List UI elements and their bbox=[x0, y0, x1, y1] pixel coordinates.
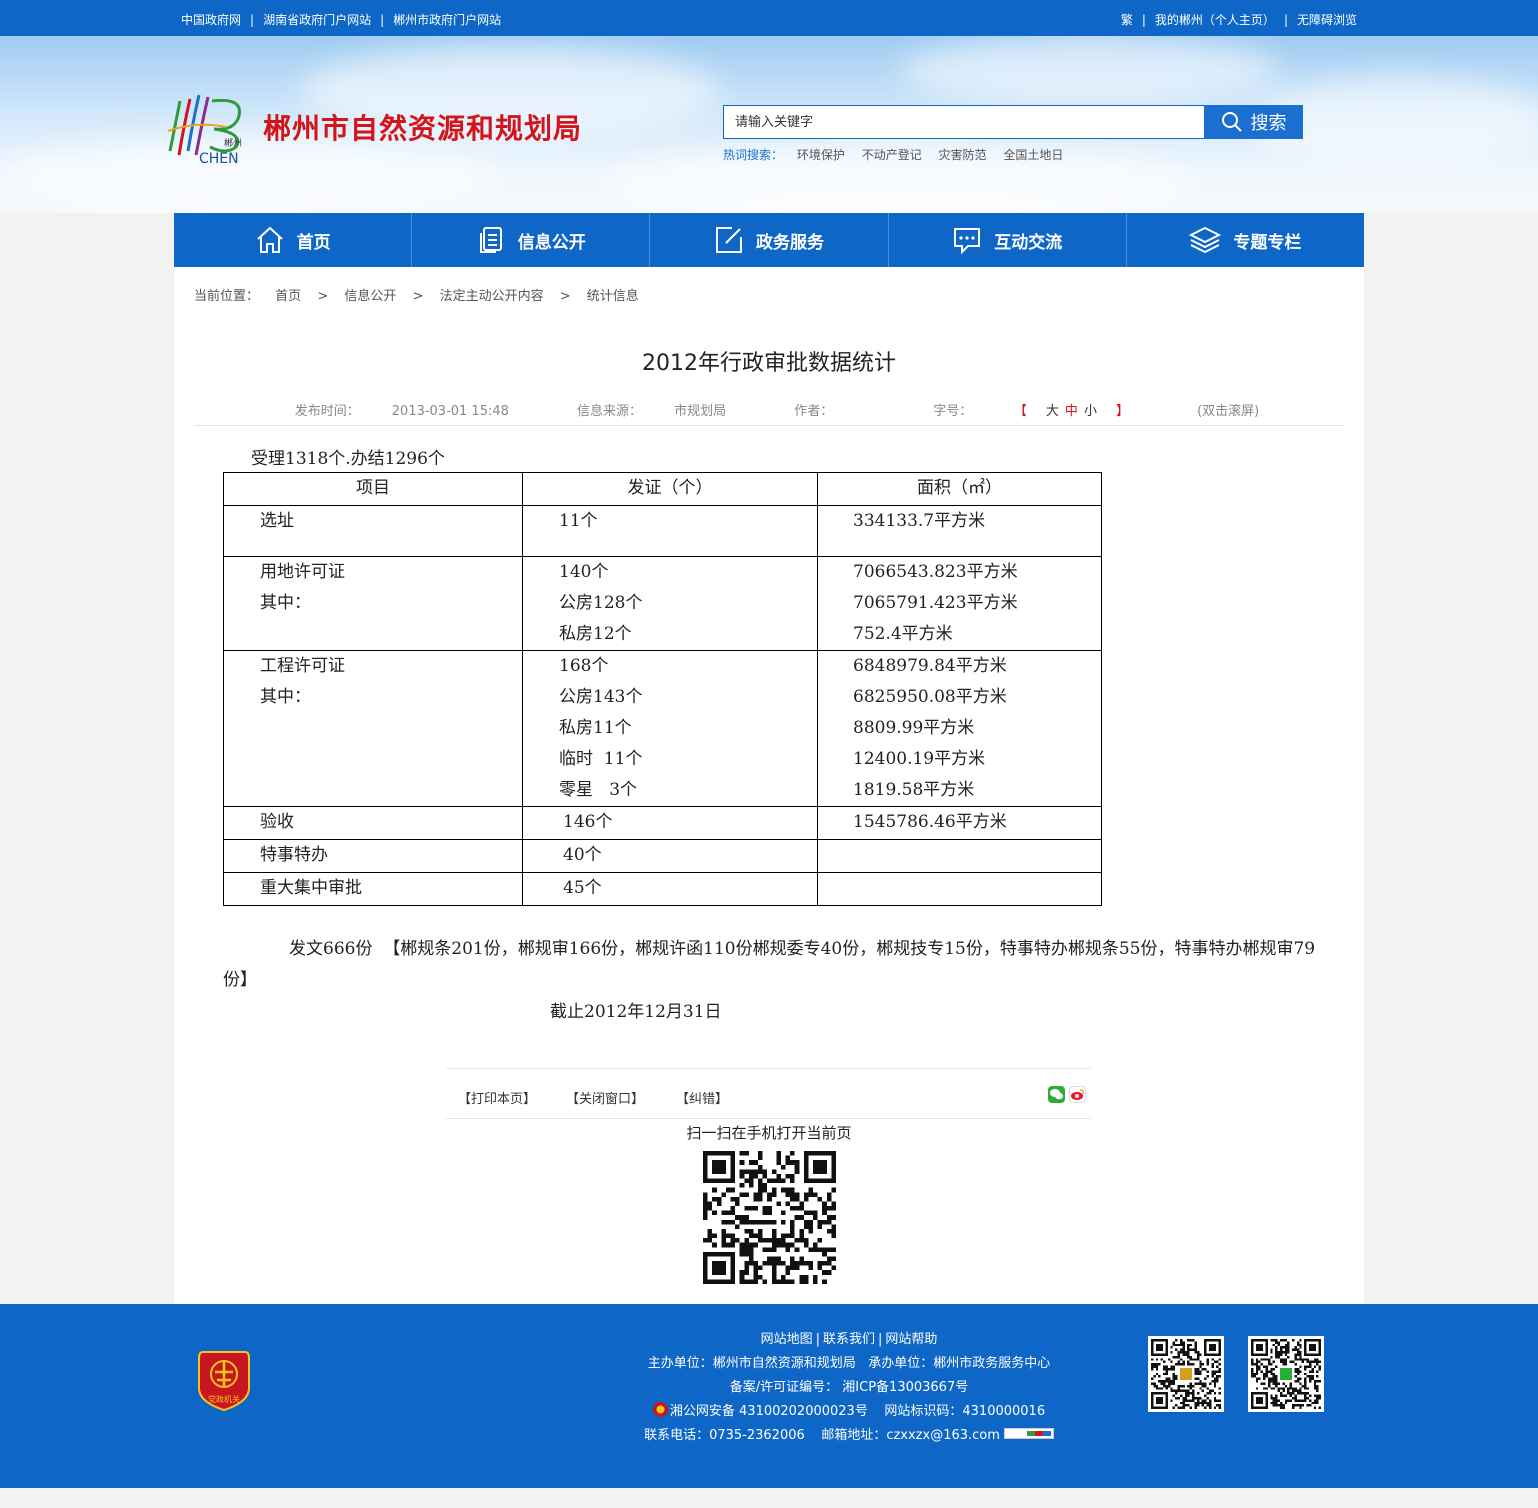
nav-label: 专题专栏 bbox=[1233, 232, 1302, 253]
font-size-switcher: 字号：【大中小】 bbox=[933, 404, 1129, 419]
divider bbox=[194, 425, 1344, 426]
link-hunan-gov[interactable]: 湖南省政府门户网站 bbox=[263, 13, 371, 27]
table-row: 特事特办 40个 bbox=[223, 839, 1102, 873]
footer-icp[interactable]: 备案/许可证编号： 湘ICP备13003667号 bbox=[630, 1376, 1068, 1400]
chat-icon bbox=[954, 228, 981, 255]
wechat-qr-code bbox=[1148, 1336, 1224, 1412]
nav-interaction[interactable]: 互动交流 bbox=[889, 213, 1127, 267]
author: 作者： bbox=[794, 404, 834, 419]
table-header: 项目 bbox=[223, 472, 523, 506]
document-icon bbox=[479, 227, 502, 253]
footer-contact-link[interactable]: 联系我们 bbox=[823, 1332, 875, 1347]
link-gov-cn[interactable]: 中国政府网 bbox=[181, 13, 241, 27]
svg-text:党政机关: 党政机关 bbox=[208, 1394, 240, 1404]
main-nav: 首页 信息公开 政务服务 互动交流 专题专栏 bbox=[174, 213, 1364, 267]
hot-word[interactable]: 全国土地日 bbox=[1003, 148, 1063, 162]
app-qr-code bbox=[1248, 1336, 1324, 1412]
accessibility-link[interactable]: 无障碍浏览 bbox=[1297, 13, 1357, 27]
document-count-paragraph: 发文666份 【郴规条201份，郴规审166份，郴规许函110份郴规委专40份，… bbox=[223, 939, 1316, 990]
print-button[interactable]: 【打印本页】 bbox=[458, 1088, 536, 1107]
my-chenzhou-link[interactable]: 我的郴州（个人主页） bbox=[1155, 13, 1275, 27]
search-button-label: 搜索 bbox=[1250, 113, 1287, 134]
hot-word[interactable]: 灾害防范 bbox=[939, 148, 987, 162]
hot-word[interactable]: 环境保护 bbox=[797, 148, 845, 162]
article-title: 2012年行政审批数据统计 bbox=[642, 351, 896, 376]
search-icon bbox=[1221, 112, 1242, 132]
footer-site-code: 网站标识码：4310000016 bbox=[884, 1404, 1046, 1419]
table-row: 工程许可证 其中： 168个 公房143个 私房11个 临时 11个 零星 3个 6848… bbox=[223, 650, 1102, 807]
police-badge-icon bbox=[652, 1402, 668, 1417]
party-gov-badge[interactable]: 党政机关 bbox=[197, 1348, 251, 1412]
footer-host: 主办单位：郴州市自然资源和规划局 承办单位：郴州市政务服务中心 bbox=[647, 1356, 1051, 1371]
breadcrumb-info-public[interactable]: 信息公开 bbox=[344, 289, 396, 304]
nav-special-topics[interactable]: 专题专栏 bbox=[1127, 213, 1364, 267]
logo-text: 郴州 bbox=[224, 137, 242, 149]
breadcrumb-stats[interactable]: 统计信息 bbox=[587, 289, 639, 304]
font-size-large[interactable]: 大 bbox=[1046, 404, 1059, 419]
stats-table: 项目 发证（个） 面积（㎡） 选址 11个 334133.7平方米 用地许可证其… bbox=[223, 472, 1102, 906]
header: 郴州 CHEN 郴州市自然资源和规划局 搜索 热词搜索： 环境保护 不动产登记 … bbox=[0, 36, 1538, 213]
nav-label: 首页 bbox=[296, 232, 331, 253]
top-links-left: 中国政府网 | 湖南省政府门户网站 | 郴州市政府门户网站 bbox=[181, 13, 502, 27]
close-window-button[interactable]: 【关闭窗口】 bbox=[566, 1088, 644, 1107]
footer-police[interactable]: 湘公网安备 43100202000023号 bbox=[670, 1404, 868, 1419]
search-bar: 搜索 bbox=[723, 105, 1303, 139]
cnzz-stats-icon[interactable] bbox=[1003, 1428, 1054, 1439]
edit-icon bbox=[716, 227, 742, 253]
article-tools: 【打印本页】 【关闭窗口】 【纠错】 bbox=[446, 1068, 1091, 1119]
breadcrumb-label: 当前位置： bbox=[194, 289, 260, 304]
nav-label: 政务服务 bbox=[756, 232, 824, 253]
search-input[interactable] bbox=[723, 105, 1205, 139]
table-row: 验收 146个 1545786.46平方米 bbox=[223, 806, 1102, 840]
nav-info-public[interactable]: 信息公开 bbox=[412, 213, 651, 267]
content-area: 当前位置： 首页 > 信息公开 > 法定主动公开内容 > 统计信息 2012年行… bbox=[174, 267, 1364, 1304]
search-button[interactable]: 搜索 bbox=[1204, 105, 1303, 139]
table-row: 用地许可证 其中： 140个 公房128个 私房12个 7066543.823平方米 7… bbox=[223, 556, 1102, 651]
page-qr-code bbox=[703, 1151, 836, 1284]
intro-text: 受理1318个.办结1296个 bbox=[251, 449, 445, 469]
article-meta: 发布时间： 2013-03-01 15:48 信息来源： 市规划局 作者： 字号：【… bbox=[174, 400, 1364, 419]
source: 信息来源： 市规划局 bbox=[577, 404, 727, 419]
wechat-icon[interactable] bbox=[1048, 1086, 1065, 1103]
top-bar: 中国政府网 | 湖南省政府门户网站 | 郴州市政府门户网站 繁 | 我的郴州（个人主页） | 无… bbox=[0, 0, 1538, 36]
footer-email: 邮箱地址：czxxzx@163.com bbox=[821, 1428, 1000, 1443]
footer-sitemap-link[interactable]: 网站地图 bbox=[761, 1332, 813, 1347]
footer-help-link[interactable]: 网站帮助 bbox=[885, 1332, 937, 1347]
footer-info: 网站地图 | 联系我们 | 网站帮助 主办单位：郴州市自然资源和规划局 承办单位：郴州市… bbox=[630, 1328, 1068, 1448]
table-header: 面积（㎡） bbox=[817, 472, 1102, 506]
breadcrumb-legal-content[interactable]: 法定主动公开内容 bbox=[440, 289, 544, 304]
nav-label: 信息公开 bbox=[517, 232, 586, 253]
breadcrumb: 当前位置： 首页 > 信息公开 > 法定主动公开内容 > 统计信息 bbox=[194, 289, 639, 304]
breadcrumb-home[interactable]: 首页 bbox=[275, 289, 301, 304]
fullscreen-toggle[interactable]: (双击滚屏) bbox=[1197, 404, 1259, 419]
nav-home[interactable]: 首页 bbox=[174, 213, 413, 267]
hot-search-label: 热词搜索： bbox=[723, 148, 784, 162]
table-row: 重大集中审批 45个 bbox=[223, 872, 1102, 906]
report-error-button[interactable]: 【纠错】 bbox=[676, 1088, 728, 1107]
traditional-chinese-link[interactable]: 繁 bbox=[1121, 13, 1133, 27]
nav-gov-service[interactable]: 政务服务 bbox=[650, 213, 889, 267]
home-icon bbox=[256, 226, 283, 253]
date-note: 截止2012年12月31日 bbox=[550, 1002, 722, 1022]
footer: 党政机关 网站地图 | 联系我们 | 网站帮助 主办单位：郴州市自然资源和规划局 承办单… bbox=[0, 1304, 1538, 1488]
scan-text: 扫一扫在手机打开当前页 bbox=[686, 1124, 852, 1142]
site-title: 郴州市自然资源和规划局 bbox=[263, 112, 583, 145]
font-size-small[interactable]: 小 bbox=[1084, 404, 1097, 419]
publish-time: 发布时间： 2013-03-01 15:48 bbox=[294, 404, 509, 419]
top-links-right: 繁 | 我的郴州（个人主页） | 无障碍浏览 bbox=[1120, 13, 1357, 27]
nav-label: 互动交流 bbox=[994, 232, 1063, 253]
table-header-row: 项目 发证（个） 面积（㎡） bbox=[223, 472, 1102, 506]
hot-word[interactable]: 不动产登记 bbox=[862, 148, 922, 162]
table-header: 发证（个） bbox=[522, 472, 818, 506]
table-row: 选址 11个 334133.7平方米 bbox=[223, 505, 1102, 557]
link-chenzhou-gov[interactable]: 郴州市政府门户网站 bbox=[393, 13, 501, 27]
font-size-medium[interactable]: 中 bbox=[1065, 404, 1078, 419]
footer-phone: 联系电话：0735-2362006 bbox=[644, 1428, 805, 1443]
hot-search: 热词搜索： 环境保护 不动产登记 灾害防范 全国土地日 bbox=[723, 146, 1076, 163]
weibo-icon[interactable] bbox=[1069, 1086, 1086, 1103]
layers-icon bbox=[1189, 226, 1222, 254]
site-logo[interactable]: 郴州 CHEN bbox=[166, 91, 250, 167]
logo-sub: CHEN bbox=[199, 151, 239, 165]
